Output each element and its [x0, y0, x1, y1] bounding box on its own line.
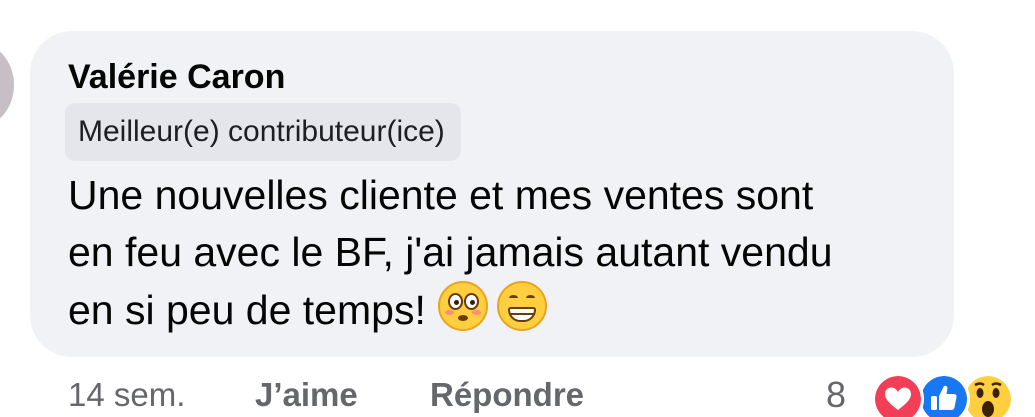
top-contributor-badge: Meilleur(e) contributeur(ice): [65, 103, 461, 161]
reactions-summary[interactable]: 8: [826, 368, 1026, 417]
grinning-face-icon: [496, 281, 547, 331]
like-button[interactable]: J’aime: [255, 376, 358, 414]
comment-screen: Valérie Caron Meilleur(e) contributeur(i…: [0, 0, 1035, 417]
avatar[interactable]: [0, 43, 14, 127]
comment-timestamp[interactable]: 14 sem.: [68, 376, 185, 414]
comment-line: en feu avec le BF, j'ai jamais autant ve…: [68, 229, 833, 275]
reply-button[interactable]: Répondre: [430, 376, 584, 414]
reaction-count: 8: [826, 374, 847, 415]
comment-line: Une nouvelles cliente et mes ventes sont: [68, 172, 814, 218]
comment-line: en si peu de temps!: [68, 281, 948, 339]
comment-line-text: en si peu de temps!: [68, 287, 426, 333]
comment-author[interactable]: Valérie Caron: [68, 58, 285, 97]
flushed-face-icon: [437, 281, 488, 331]
like-reaction-icon: [918, 373, 970, 417]
comment-text: Une nouvelles cliente et mes ventes sont…: [68, 167, 948, 339]
love-reaction-icon: [872, 373, 924, 417]
